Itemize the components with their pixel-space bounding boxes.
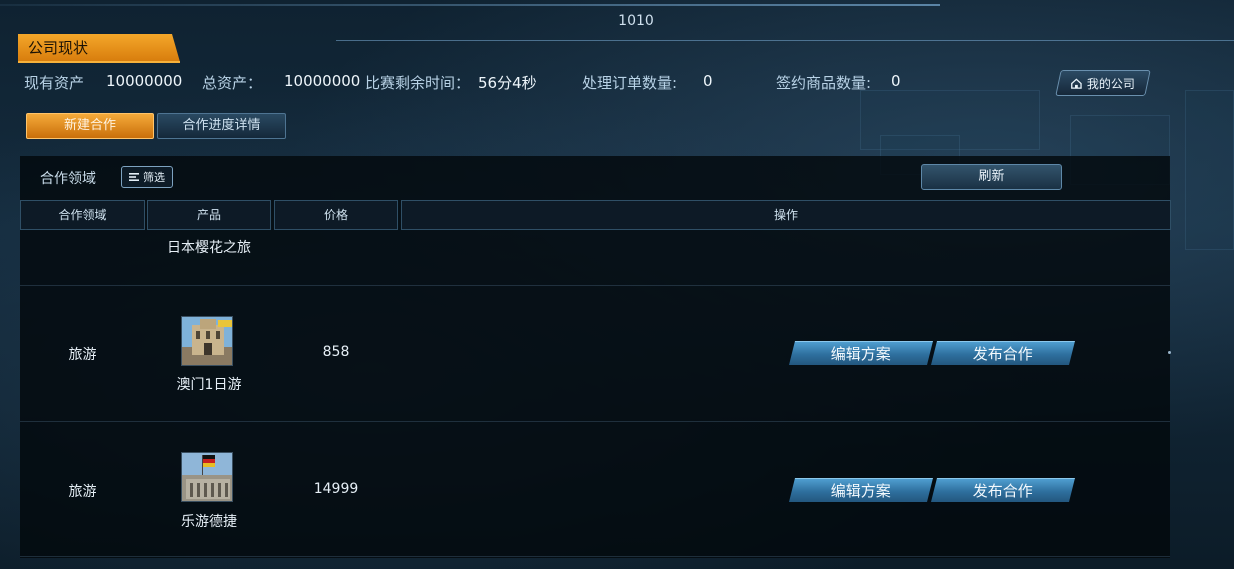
header-product: 产品 xyxy=(147,200,271,230)
filter-label: 合作领域 xyxy=(40,171,96,187)
total-assets-value: 10000000 xyxy=(284,72,361,90)
row-domain: 旅游 xyxy=(68,484,97,500)
macau-ruins-image xyxy=(182,317,232,365)
row-price: 858 xyxy=(322,344,350,360)
product-thumbnail xyxy=(181,452,233,502)
title-underline xyxy=(18,61,180,63)
current-assets-label: 现有资产 xyxy=(24,74,85,92)
row-product: 澳门1日游 xyxy=(176,377,242,393)
contracts-value: 0 xyxy=(891,72,901,90)
edit-plan-label: 编辑方案 xyxy=(830,482,891,500)
publish-cooperation-label: 发布合作 xyxy=(972,482,1033,500)
publish-cooperation-label: 发布合作 xyxy=(972,345,1033,363)
row-price: 14999 xyxy=(313,481,359,497)
reichstag-image xyxy=(182,453,232,501)
partial-row-product: 日本樱花之旅 xyxy=(167,240,251,256)
my-company-button[interactable]: 我的公司 xyxy=(1055,70,1151,96)
row-domain: 旅游 xyxy=(68,347,97,363)
filter-button[interactable]: 筛选 xyxy=(121,166,173,188)
orders-label: 处理订单数量: xyxy=(582,74,678,92)
product-thumbnail xyxy=(181,316,233,366)
edit-plan-button[interactable]: 编辑方案 xyxy=(789,478,933,502)
contracts-label: 签约商品数量: xyxy=(776,74,872,92)
filter-list-icon xyxy=(129,173,139,181)
publish-cooperation-button[interactable]: 发布合作 xyxy=(931,341,1075,365)
home-icon xyxy=(1071,77,1083,89)
edit-plan-button[interactable]: 编辑方案 xyxy=(789,341,933,365)
page-title: 公司现状 xyxy=(18,34,180,62)
row-divider xyxy=(20,556,1170,557)
orders-value: 0 xyxy=(703,72,713,90)
header-domain: 合作领域 xyxy=(20,200,145,230)
header-actions: 操作 xyxy=(401,200,1171,230)
time-left-label: 比赛剩余时间： xyxy=(365,74,471,92)
edit-plan-label: 编辑方案 xyxy=(830,345,891,363)
current-assets-value: 10000000 xyxy=(106,72,183,90)
filter-button-label: 筛选 xyxy=(143,171,165,184)
row-divider xyxy=(20,421,1170,422)
my-company-label: 我的公司 xyxy=(1087,76,1136,91)
header-price: 价格 xyxy=(274,200,398,230)
refresh-button[interactable]: 刷新 xyxy=(921,164,1062,190)
tab-cooperation-progress[interactable]: 合作进度详情 xyxy=(157,113,286,139)
total-assets-label: 总资产： xyxy=(202,74,263,92)
tab-new-cooperation[interactable]: 新建合作 xyxy=(26,113,154,139)
scroll-indicator xyxy=(1168,351,1171,354)
publish-cooperation-button[interactable]: 发布合作 xyxy=(931,478,1075,502)
row-divider xyxy=(20,285,1170,286)
header-divider xyxy=(336,40,1234,41)
header-line xyxy=(0,4,940,6)
row-product: 乐游德捷 xyxy=(181,514,237,530)
background-monitor xyxy=(1185,90,1234,250)
time-left-value: 56分4秒 xyxy=(478,74,537,92)
room-number: 1010 xyxy=(618,13,654,29)
